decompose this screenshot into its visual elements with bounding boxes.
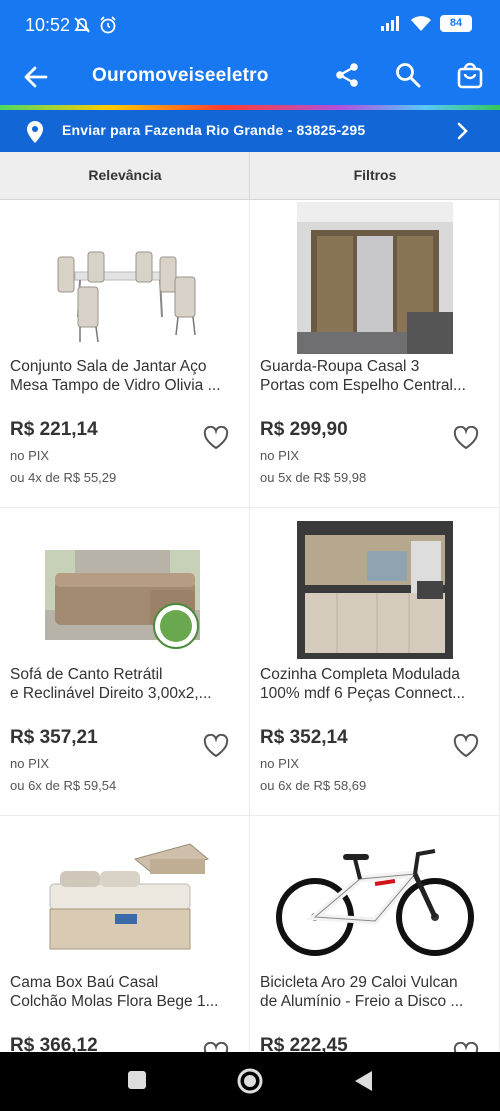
product-card[interactable]: Bicicleta Aro 29 Caloi Vulcan de Alumíni… [250, 816, 500, 1052]
product-price: R$ 357,21 [10, 727, 98, 748]
product-image [30, 516, 220, 664]
product-price: R$ 222,45 [260, 1035, 348, 1052]
product-price: R$ 299,90 [260, 419, 348, 440]
heart-outline-icon[interactable] [453, 734, 479, 758]
status-time: 10:52 [25, 15, 71, 35]
product-price: R$ 352,14 [260, 727, 348, 748]
product-image [275, 824, 475, 972]
product-name[interactable]: Bicicleta Aro 29 Caloi Vulcan de Alumíni… [260, 973, 492, 1013]
location-pin-icon [27, 121, 43, 143]
product-grid: Conjunto Sala de Jantar Aço Mesa Tampo d… [0, 200, 500, 1052]
app-bar: Ouromoveiseeletro [0, 50, 500, 106]
pix-label: no PIX [10, 756, 50, 771]
product-card[interactable]: Guarda-Roupa Casal 3 Portas com Espelho … [250, 200, 500, 508]
product-image [40, 208, 210, 356]
pix-label: no PIX [260, 756, 300, 771]
installments-text: ou 5x de R$ 59,98 [260, 470, 367, 485]
shipping-address-text: Enviar para Fazenda Rio Grande - 83825-2… [62, 122, 366, 138]
product-card[interactable]: Cama Box Baú Casal Colchão Molas Flora B… [0, 816, 250, 1052]
sort-button[interactable]: Relevância [0, 152, 250, 199]
product-card[interactable]: Conjunto Sala de Jantar Aço Mesa Tampo d… [0, 200, 250, 508]
sort-filter-bar: Relevância Filtros [0, 152, 500, 200]
product-name[interactable]: Cama Box Baú Casal Colchão Molas Flora B… [10, 973, 242, 1013]
heart-outline-icon[interactable] [203, 426, 229, 450]
pix-label: no PIX [10, 448, 50, 463]
heart-outline-icon[interactable] [203, 734, 229, 758]
installments-text: ou 4x de R$ 55,29 [10, 470, 117, 485]
heart-outline-icon[interactable] [203, 1042, 229, 1052]
product-name[interactable]: Conjunto Sala de Jantar Aço Mesa Tampo d… [10, 357, 242, 397]
product-image [290, 200, 460, 356]
signal-icon [381, 16, 399, 31]
status-bar: 10:52 84 [0, 0, 500, 50]
product-card[interactable]: Cozinha Completa Modulada 100% mdf 6 Peç… [250, 508, 500, 816]
filter-button[interactable]: Filtros [250, 152, 500, 199]
wifi-icon [411, 16, 431, 31]
store-title: Ouromoveiseeletro [92, 65, 269, 86]
shopping-bag-icon[interactable] [456, 61, 484, 89]
product-name[interactable]: Cozinha Completa Modulada 100% mdf 6 Peç… [260, 665, 492, 705]
installments-text: ou 6x de R$ 58,69 [260, 778, 367, 793]
search-icon[interactable] [394, 61, 422, 89]
alarm-icon [100, 16, 116, 34]
product-name[interactable]: Sofá de Canto Retrátil e Reclinável Dire… [10, 665, 242, 705]
product-image [40, 824, 210, 972]
home-icon[interactable] [236, 1067, 264, 1095]
arrow-left-icon[interactable] [22, 63, 50, 91]
product-image [290, 516, 460, 664]
pix-label: no PIX [260, 448, 300, 463]
product-name[interactable]: Guarda-Roupa Casal 3 Portas com Espelho … [260, 357, 492, 397]
heart-outline-icon[interactable] [453, 426, 479, 450]
heart-outline-icon[interactable] [453, 1042, 479, 1052]
product-price: R$ 366,12 [10, 1035, 98, 1052]
back-nav-icon[interactable] [352, 1069, 374, 1093]
product-card[interactable]: Sofá de Canto Retrátil e Reclinável Dire… [0, 508, 250, 816]
installments-text: ou 6x de R$ 59,54 [10, 778, 117, 793]
recents-icon[interactable] [126, 1069, 148, 1091]
share-icon[interactable] [333, 61, 361, 89]
muted-notification-icon [74, 17, 90, 33]
product-price: R$ 221,14 [10, 419, 98, 440]
battery-icon: 84 [440, 14, 472, 32]
shipping-address-bar[interactable]: Enviar para Fazenda Rio Grande - 83825-2… [0, 110, 500, 152]
chevron-right-icon [457, 122, 468, 140]
system-navigation-bar [0, 1052, 500, 1111]
